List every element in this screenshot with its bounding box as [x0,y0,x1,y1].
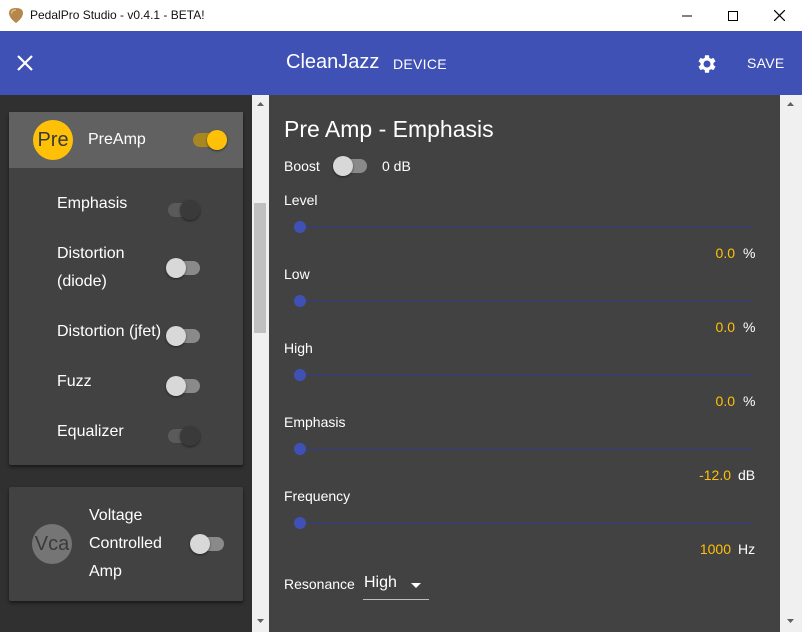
effect-editor-panel: Pre Amp - Emphasis Boost 0 dB Level 0.0 … [269,95,780,632]
low-value: 0.0 [715,319,735,335]
panel-scrollbar[interactable] [780,95,802,632]
settings-gear-icon[interactable] [695,52,719,76]
fuzz-toggle[interactable] [166,376,202,396]
sidebar-item-emphasis[interactable]: Emphasis [57,195,127,213]
low-slider-thumb[interactable] [294,295,306,307]
app-bar: CleanJazz DEVICE SAVE [0,31,802,95]
emphasis-label: Emphasis [284,414,346,430]
preamp-card: Pre PreAmp Emphasis Distortion (diode) D… [9,112,243,465]
sidebar-scrollbar[interactable] [252,95,269,632]
low-unit: % [743,319,756,335]
level-slider-thumb[interactable] [294,221,306,233]
close-editor-button[interactable] [14,52,36,74]
frequency-value: 1000 [699,541,731,557]
sidebar-item-distortion-diode[interactable]: Distortion [57,245,125,263]
vca-card[interactable]: Vca Voltage Controlled Amp [9,487,243,601]
scroll-up-icon[interactable] [786,100,795,109]
level-value: 0.0 [715,245,735,261]
level-label: Level [284,192,318,208]
window-title: PedalPro Studio - v0.4.1 - BETA! [30,8,205,22]
vca-toggle[interactable] [190,534,226,554]
frequency-unit: Hz [738,541,756,557]
close-icon [773,10,785,21]
resonance-select[interactable]: High [363,572,429,600]
sidebar-item-equalizer[interactable]: Equalizer [57,423,124,441]
window-close-button[interactable] [756,0,802,31]
scroll-down-icon[interactable] [786,616,795,625]
emphasis-value: -12.0 [699,467,731,483]
preamp-avatar: Pre [33,120,73,160]
sidebar-item-distortion-jfet[interactable]: Distortion (jfet) [57,323,161,341]
resonance-value: High [364,574,397,591]
frequency-slider[interactable] [294,517,753,529]
high-label: High [284,340,313,356]
frequency-label: Frequency [284,488,351,504]
guitar-pick-icon [9,8,23,23]
high-unit: % [743,393,756,409]
level-unit: % [743,245,756,261]
boost-label: Boost [284,158,320,174]
vca-avatar: Vca [32,524,72,564]
preamp-toggle[interactable] [191,130,227,150]
frequency-slider-thumb[interactable] [294,517,306,529]
vca-label-line3: Amp [89,563,122,580]
maximize-icon [728,10,738,21]
level-slider[interactable] [294,221,753,233]
emphasis-slider-thumb[interactable] [294,443,306,455]
chevron-down-icon [411,583,421,588]
boost-value: 0 dB [382,158,411,174]
effects-sidebar: Pre PreAmp Emphasis Distortion (diode) D… [0,95,252,632]
scroll-down-icon[interactable] [256,616,265,625]
preset-name: CleanJazz [286,51,380,73]
distortion-jfet-toggle[interactable] [166,326,202,346]
sidebar-item-fuzz[interactable]: Fuzz [57,373,92,391]
high-slider-thumb[interactable] [294,369,306,381]
distortion-diode-toggle[interactable] [166,258,202,278]
minimize-button[interactable] [664,0,710,31]
panel-title: Pre Amp - Emphasis [284,116,494,142]
window-titlebar: PedalPro Studio - v0.4.1 - BETA! [0,0,802,31]
boost-toggle[interactable] [333,156,369,176]
resonance-label: Resonance [284,576,355,592]
low-slider[interactable] [294,295,753,307]
emphasis-toggle[interactable] [166,200,202,220]
vca-label-line1: Voltage [89,507,143,524]
emphasis-slider[interactable] [294,443,753,455]
save-button[interactable]: SAVE [747,55,785,71]
emphasis-unit: dB [738,467,756,483]
minimize-icon [682,15,692,16]
preamp-label: PreAmp [88,131,146,148]
high-slider[interactable] [294,369,753,381]
high-value: 0.0 [715,393,735,409]
low-label: Low [284,266,310,282]
maximize-button[interactable] [710,0,756,31]
vca-label-line2: Controlled [89,535,162,552]
scroll-up-icon[interactable] [256,100,265,109]
device-button[interactable]: DEVICE [393,56,447,72]
equalizer-toggle[interactable] [166,426,202,446]
sidebar-scroll-thumb[interactable] [254,203,266,333]
sidebar-item-distortion-diode-line2[interactable]: (diode) [57,273,107,291]
preamp-header[interactable]: Pre PreAmp [9,112,243,168]
